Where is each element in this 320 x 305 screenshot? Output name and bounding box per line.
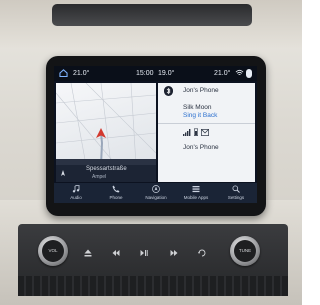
nav-mobile-apps-label: Mobile Apps — [183, 195, 209, 200]
home-icon[interactable] — [59, 69, 68, 77]
passenger-temperature[interactable]: 21.0° — [214, 66, 230, 81]
media-divider — [158, 123, 255, 124]
media-control-strip — [70, 242, 230, 264]
message-icon[interactable] — [201, 129, 209, 136]
signal-strength-icon — [183, 129, 191, 136]
clock: 15:00 — [136, 70, 154, 77]
phone-name-secondary: Jon's Phone — [183, 144, 219, 151]
battery-icon — [194, 128, 198, 136]
play-pause-icon — [140, 250, 148, 256]
music-note-icon — [72, 185, 80, 193]
wifi-icon — [235, 69, 244, 76]
lower-air-vent — [18, 276, 288, 296]
bottom-nav-bar: Audio Phone Navigation Mobile Apps Setti… — [54, 183, 257, 203]
nav-audio-label: Audio — [70, 195, 82, 200]
volume-knob-label: VOL — [42, 240, 64, 262]
navigation-icon — [152, 185, 160, 193]
nav-settings[interactable]: Settings — [216, 183, 256, 203]
bluetooth-icon — [164, 86, 173, 96]
media-panel[interactable]: Jon's Phone Silk Moon Sing it Back Jon's… — [158, 83, 255, 182]
nav-mobile-apps[interactable]: Mobile Apps — [176, 183, 216, 203]
air-vent — [52, 4, 252, 26]
dashboard-photo: 21.0° 15:00 19.0° 21.0° Spessartstraße A… — [0, 0, 302, 305]
nav-phone[interactable]: Phone — [96, 183, 136, 203]
current-street: Spessartstraße Ampel — [56, 165, 156, 182]
seek-forward-icon — [170, 250, 178, 256]
apps-icon — [192, 186, 200, 193]
nav-navigation-label: Navigation — [145, 195, 167, 200]
phone-icon — [112, 185, 120, 193]
street-name: Spessartstraße — [86, 166, 127, 172]
outside-temperature: 19.0° — [158, 70, 175, 77]
eject-icon — [84, 249, 92, 257]
physical-control-panel: VOL TUNE — [18, 224, 288, 296]
repeat-icon — [198, 249, 206, 257]
navigation-map[interactable] — [56, 83, 156, 165]
repeat-button[interactable] — [190, 242, 214, 264]
street-subtitle: Ampel — [92, 174, 107, 180]
nav-settings-label: Settings — [227, 195, 245, 200]
nav-audio[interactable]: Audio — [56, 183, 96, 203]
settings-icon — [232, 185, 240, 193]
tune-knob-label: TUNE — [234, 240, 256, 262]
nav-navigation[interactable]: Navigation — [136, 183, 176, 203]
artist-name: Sing it Back — [183, 112, 218, 119]
infotainment-screen: 21.0° 15:00 19.0° 21.0° Spessartstraße A… — [54, 66, 257, 203]
compass-icon[interactable] — [60, 170, 66, 176]
seek-back-button[interactable] — [104, 242, 128, 264]
status-bar: 21.0° 15:00 19.0° 21.0° — [54, 66, 257, 81]
connected-phone-name: Jon's Phone — [183, 87, 219, 94]
song-title: Silk Moon — [183, 104, 212, 111]
eject-button[interactable] — [76, 242, 100, 264]
nav-phone-label: Phone — [109, 195, 123, 200]
seek-back-icon — [112, 250, 120, 256]
bluetooth-status-icon — [246, 69, 252, 78]
screen-bezel: 21.0° 15:00 19.0° 21.0° Spessartstraße A… — [46, 56, 266, 216]
driver-temperature[interactable]: 21.0° — [73, 66, 89, 81]
vehicle-position-arrow — [96, 128, 106, 138]
volume-knob[interactable]: VOL — [38, 236, 68, 266]
play-pause-button[interactable] — [132, 242, 156, 264]
seek-forward-button[interactable] — [162, 242, 186, 264]
map-roads — [56, 83, 156, 165]
dashboard-top — [0, 0, 302, 48]
tune-knob[interactable]: TUNE — [230, 236, 260, 266]
